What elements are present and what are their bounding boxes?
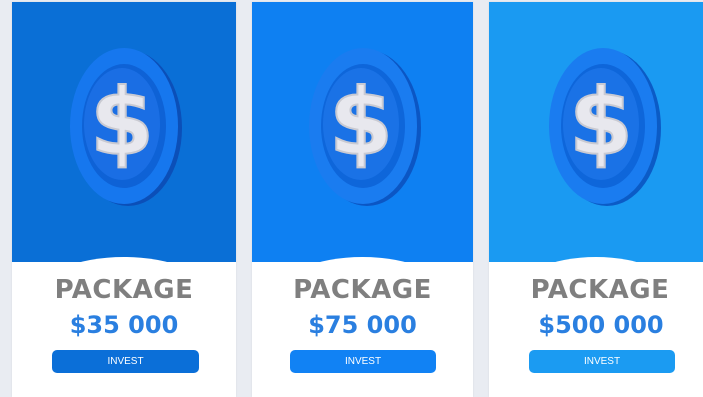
svg-text:$: $ (328, 69, 392, 176)
package-card-header: $ (252, 2, 473, 277)
svg-text:$: $ (569, 69, 633, 176)
package-price: $35 000 (69, 311, 179, 339)
package-title: PACKAGE (530, 275, 670, 305)
invest-button[interactable]: INVEST (52, 350, 199, 373)
package-card: $ PACKAGE $75 000 INVEST (252, 2, 473, 397)
package-price: $75 000 (308, 311, 417, 339)
pricing-packages: $ PACKAGE $35 000 INVEST $ PACKAGE $75 0… (0, 0, 703, 397)
package-title: PACKAGE (54, 275, 194, 305)
dollar-coin-icon: $ (541, 42, 665, 212)
package-card-header: $ (489, 2, 703, 277)
package-card-header: $ (12, 2, 236, 277)
package-card: $ PACKAGE $35 000 INVEST (12, 2, 236, 397)
package-title: PACKAGE (293, 275, 432, 305)
package-card: $ PACKAGE $500 000 INVEST (489, 2, 703, 397)
invest-button[interactable]: INVEST (290, 350, 436, 373)
dollar-coin-icon: $ (62, 42, 186, 212)
invest-button[interactable]: INVEST (529, 350, 675, 373)
svg-text:$: $ (90, 69, 154, 176)
dollar-coin-icon: $ (301, 42, 425, 212)
package-price: $500 000 (538, 311, 664, 339)
